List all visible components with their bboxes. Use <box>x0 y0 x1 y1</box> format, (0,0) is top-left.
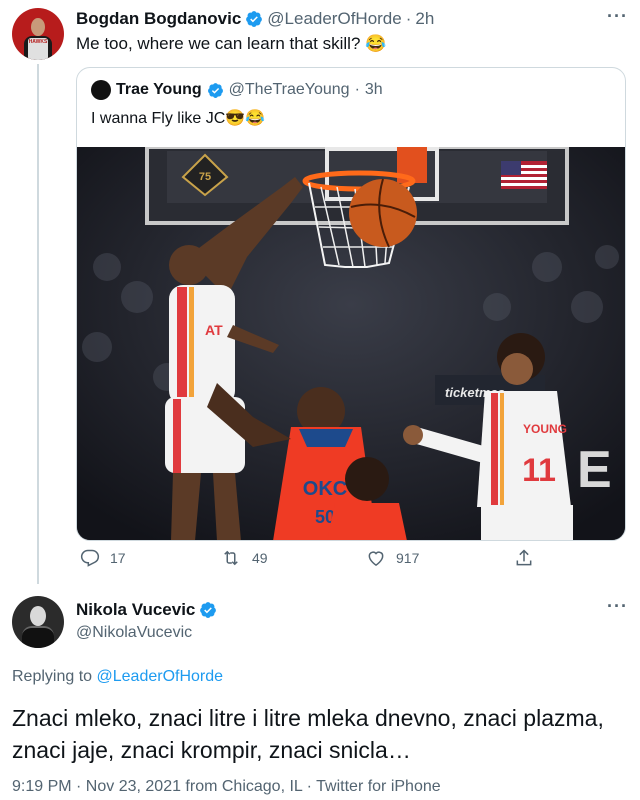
signage-letter: E <box>577 441 612 499</box>
main-tweet-header: Bogdan Bogdanovic @LeaderOfHorde · 2h <box>76 8 434 30</box>
separator-dot: · <box>405 9 412 28</box>
dunk-photo-illustration: 75 ticketmas E AT OKC 50 YOUNG 11 <box>77 147 625 540</box>
more-icon[interactable]: ··· <box>607 596 628 617</box>
avatar-head <box>30 606 46 626</box>
quoted-tweet-text: I wanna Fly like JC😎😂 <box>91 110 266 127</box>
retweet-button[interactable]: 49 <box>220 548 268 568</box>
young-jersey-number: 11 <box>522 452 556 488</box>
thread-line <box>37 64 39 584</box>
us-flag <box>501 161 547 189</box>
handle[interactable]: @LeaderOfHorde <box>267 9 401 29</box>
tweet-meta: 9:19 PM · Nov 23, 2021 from Chicago, IL … <box>12 778 441 795</box>
reply-display-name[interactable]: Nikola Vucevic <box>76 600 195 620</box>
like-count: 917 <box>396 550 420 566</box>
like-icon <box>368 551 384 566</box>
retweet-count: 49 <box>252 550 268 566</box>
quoted-tweet-card[interactable]: Trae Young @TheTraeYoung · 3h I wanna Fl… <box>76 67 626 541</box>
separator-dot: · <box>354 81 360 98</box>
like-button[interactable]: 917 <box>366 548 419 568</box>
logo-text: 75 <box>199 171 211 183</box>
verified-badge-icon <box>246 11 263 27</box>
reply-button[interactable]: 17 <box>80 548 126 568</box>
replying-mention-link[interactable]: @LeaderOfHorde <box>97 668 224 685</box>
avatar-head <box>31 18 45 36</box>
okc-jersey-team: OKC <box>303 478 347 500</box>
avatar-bogdan[interactable]: HAWKS <box>12 8 64 60</box>
avatar-jersey: HAWKS <box>28 38 48 60</box>
reply-tweet-text: Znaci mleko, znaci litre i litre mleka d… <box>12 705 604 763</box>
reply-handle[interactable]: @NikolaVucevic <box>76 624 192 642</box>
share-button[interactable] <box>514 548 534 568</box>
share-icon <box>516 549 532 566</box>
quoted-handle[interactable]: @TheTraeYoung <box>229 81 350 99</box>
reply-tweet-header: Nikola Vucevic <box>76 600 217 620</box>
retweet-icon <box>224 550 238 566</box>
young-jersey-name: YOUNG <box>523 422 567 436</box>
verified-badge-icon <box>200 602 217 618</box>
avatar-coat <box>22 626 54 648</box>
tweet-text: Me too, where we can learn that skill? 😂 <box>76 34 387 53</box>
quoted-avatar[interactable] <box>91 80 111 100</box>
avatar-nikola[interactable] <box>12 596 64 648</box>
timestamp[interactable]: 2h <box>415 9 434 29</box>
replying-prefix: Replying to <box>12 668 93 685</box>
hawks-jersey-text: AT <box>205 322 223 338</box>
quoted-tweet-header: Trae Young @TheTraeYoung · 3h <box>91 80 383 100</box>
main-tweet[interactable]: HAWKS Bogdan Bogdanovic @LeaderOfHorde ·… <box>0 0 640 584</box>
tweet-action-bar: 17 49 917 <box>76 548 536 572</box>
quoted-photo[interactable]: 75 ticketmas E AT OKC 50 YOUNG 11 <box>77 147 625 540</box>
reply-tweet[interactable]: Nikola Vucevic @NikolaVucevic ··· Replyi… <box>0 584 640 800</box>
reply-count: 17 <box>110 550 126 566</box>
quoted-timestamp[interactable]: 3h <box>365 81 383 99</box>
replying-to: Replying to @LeaderOfHorde <box>12 668 223 686</box>
more-icon[interactable]: ··· <box>607 6 628 27</box>
reply-icon <box>80 549 100 567</box>
verified-badge-icon <box>207 82 223 98</box>
display-name[interactable]: Bogdan Bogdanovic <box>76 9 241 29</box>
quoted-display-name[interactable]: Trae Young <box>116 81 202 99</box>
